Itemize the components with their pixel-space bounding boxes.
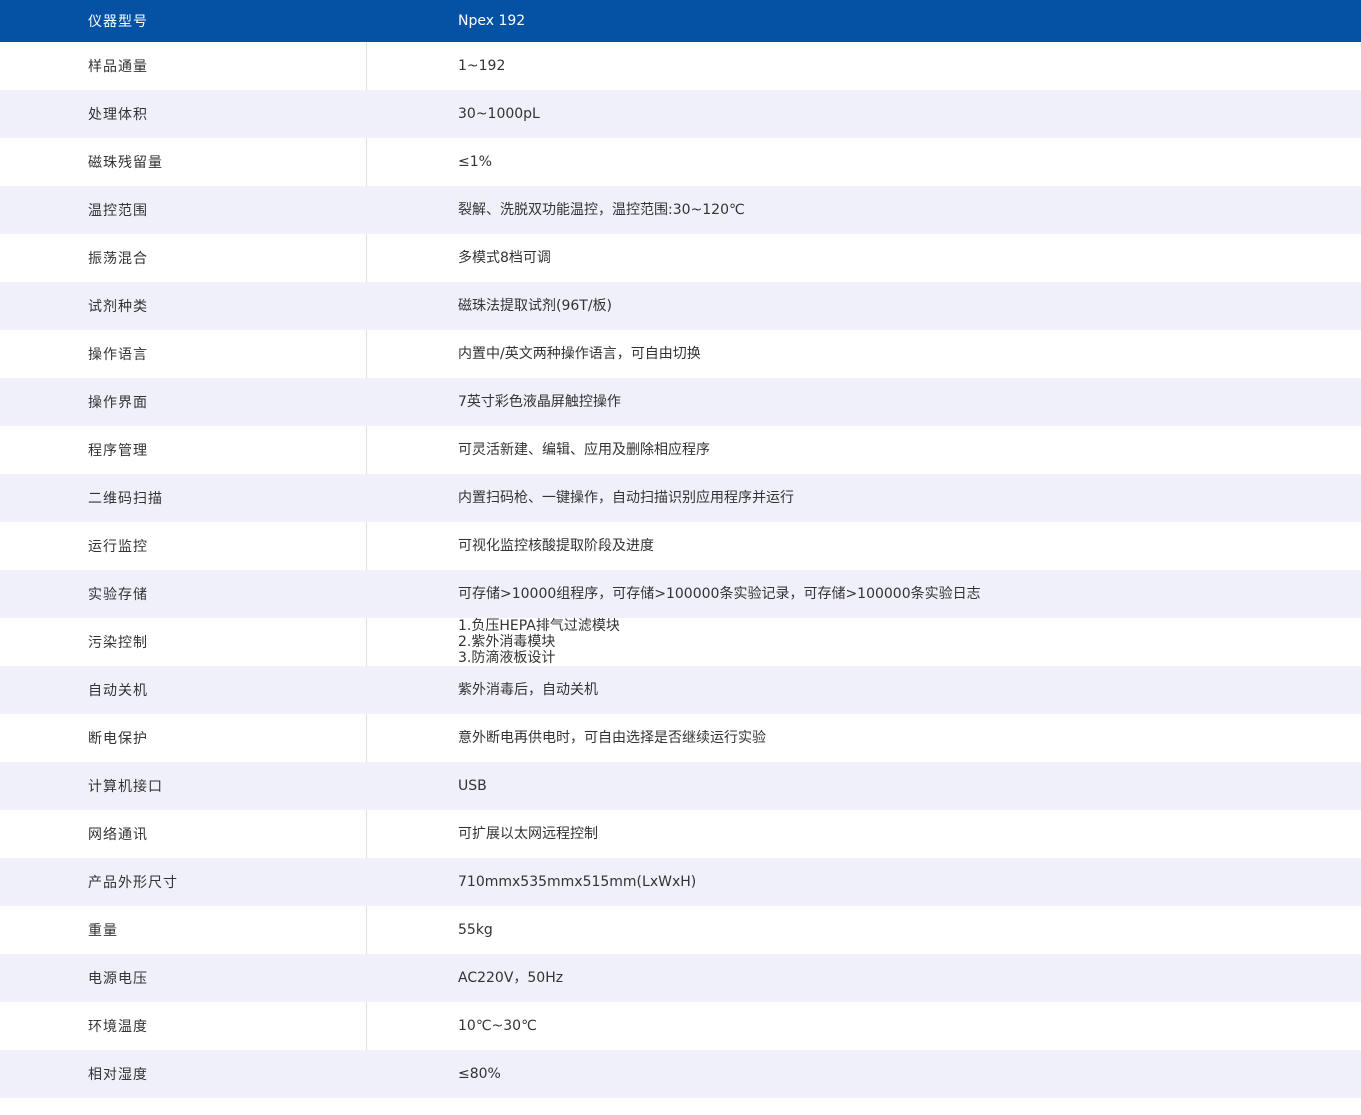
spec-row: 操作语言 内置中/英文两种操作语言，可自由切换 [0,330,1361,378]
spec-label: 样品通量 [0,42,367,90]
spec-row: 电源电压 AC220V，50Hz [0,954,1361,1002]
spec-label: 断电保护 [0,714,367,762]
spec-label: 产品外形尺寸 [0,858,367,906]
spec-value: USB [367,762,1361,810]
spec-row: 温控范围 裂解、洗脱双功能温控，温控范围:30~120℃ [0,186,1361,234]
spec-row: 程序管理 可灵活新建、编辑、应用及删除相应程序 [0,426,1361,474]
spec-row: 磁珠残留量 ≤1% [0,138,1361,186]
spec-value: 磁珠法提取试剂(96T/板) [367,282,1361,330]
spec-row: 自动关机 紫外消毒后，自动关机 [0,666,1361,714]
table-header-row: 仪器型号 Npex 192 [0,0,1361,42]
spec-value: 紫外消毒后，自动关机 [367,666,1361,714]
spec-value: 裂解、洗脱双功能温控，温控范围:30~120℃ [367,186,1361,234]
spec-row: 二维码扫描 内置扫码枪、一键操作，自动扫描识别应用程序并运行 [0,474,1361,522]
spec-label: 相对湿度 [0,1050,367,1098]
spec-label: 振荡混合 [0,234,367,282]
spec-row: 样品通量 1~192 [0,42,1361,90]
spec-value: 30~1000pL [367,90,1361,138]
spec-value: 55kg [367,906,1361,954]
spec-label: 实验存储 [0,570,367,618]
spec-label: 计算机接口 [0,762,367,810]
spec-label: 二维码扫描 [0,474,367,522]
spec-value: 1~192 [367,42,1361,90]
spec-value: 可灵活新建、编辑、应用及删除相应程序 [367,426,1361,474]
spec-row: 环境温度 10℃~30℃ [0,1002,1361,1050]
spec-value: 意外断电再供电时，可自由选择是否继续运行实验 [367,714,1361,762]
spec-value: 可视化监控核酸提取阶段及进度 [367,522,1361,570]
header-label-cell: 仪器型号 [0,0,367,42]
spec-value: 可扩展以太网远程控制 [367,810,1361,858]
spec-row: 网络通讯 可扩展以太网远程控制 [0,810,1361,858]
spec-label: 环境温度 [0,1002,367,1050]
spec-value: 可存储>10000组程序，可存储>100000条实验记录，可存储>100000条… [367,570,1361,618]
spec-label: 网络通讯 [0,810,367,858]
spec-row: 产品外形尺寸 710mmx535mmx515mm(LxWxH) [0,858,1361,906]
spec-label: 操作界面 [0,378,367,426]
spec-label: 操作语言 [0,330,367,378]
spec-value: 10℃~30℃ [367,1002,1361,1050]
spec-row: 操作界面 7英寸彩色液晶屏触控操作 [0,378,1361,426]
spec-label: 污染控制 [0,618,367,666]
spec-value: 多模式8档可调 [367,234,1361,282]
spec-row: 实验存储 可存储>10000组程序，可存储>100000条实验记录，可存储>10… [0,570,1361,618]
spec-value: ≤1% [367,138,1361,186]
spec-label: 重量 [0,906,367,954]
spec-value: 内置中/英文两种操作语言，可自由切换 [367,330,1361,378]
spec-value: 710mmx535mmx515mm(LxWxH) [367,858,1361,906]
header-value-cell: Npex 192 [367,0,1361,42]
spec-label: 试剂种类 [0,282,367,330]
spec-row: 计算机接口 USB [0,762,1361,810]
spec-value: AC220V，50Hz [367,954,1361,1002]
spec-row: 重量 55kg [0,906,1361,954]
spec-label: 电源电压 [0,954,367,1002]
spec-label: 程序管理 [0,426,367,474]
spec-row: 污染控制 1.负压HEPA排气过滤模块2.紫外消毒模块3.防滴液板设计 [0,618,1361,666]
spec-value: 1.负压HEPA排气过滤模块2.紫外消毒模块3.防滴液板设计 [367,618,1361,666]
spec-row: 断电保护 意外断电再供电时，可自由选择是否继续运行实验 [0,714,1361,762]
spec-label: 温控范围 [0,186,367,234]
spec-row: 运行监控 可视化监控核酸提取阶段及进度 [0,522,1361,570]
spec-label: 磁珠残留量 [0,138,367,186]
spec-row: 振荡混合 多模式8档可调 [0,234,1361,282]
spec-label: 处理体积 [0,90,367,138]
spec-value: 7英寸彩色液晶屏触控操作 [367,378,1361,426]
spec-table: 仪器型号 Npex 192 样品通量 1~192 处理体积 30~1000pL … [0,0,1361,1098]
spec-row: 试剂种类 磁珠法提取试剂(96T/板) [0,282,1361,330]
spec-value: 内置扫码枪、一键操作，自动扫描识别应用程序并运行 [367,474,1361,522]
spec-value: ≤80% [367,1050,1361,1098]
spec-label: 运行监控 [0,522,367,570]
spec-row: 相对湿度 ≤80% [0,1050,1361,1098]
spec-row: 处理体积 30~1000pL [0,90,1361,138]
spec-label: 自动关机 [0,666,367,714]
